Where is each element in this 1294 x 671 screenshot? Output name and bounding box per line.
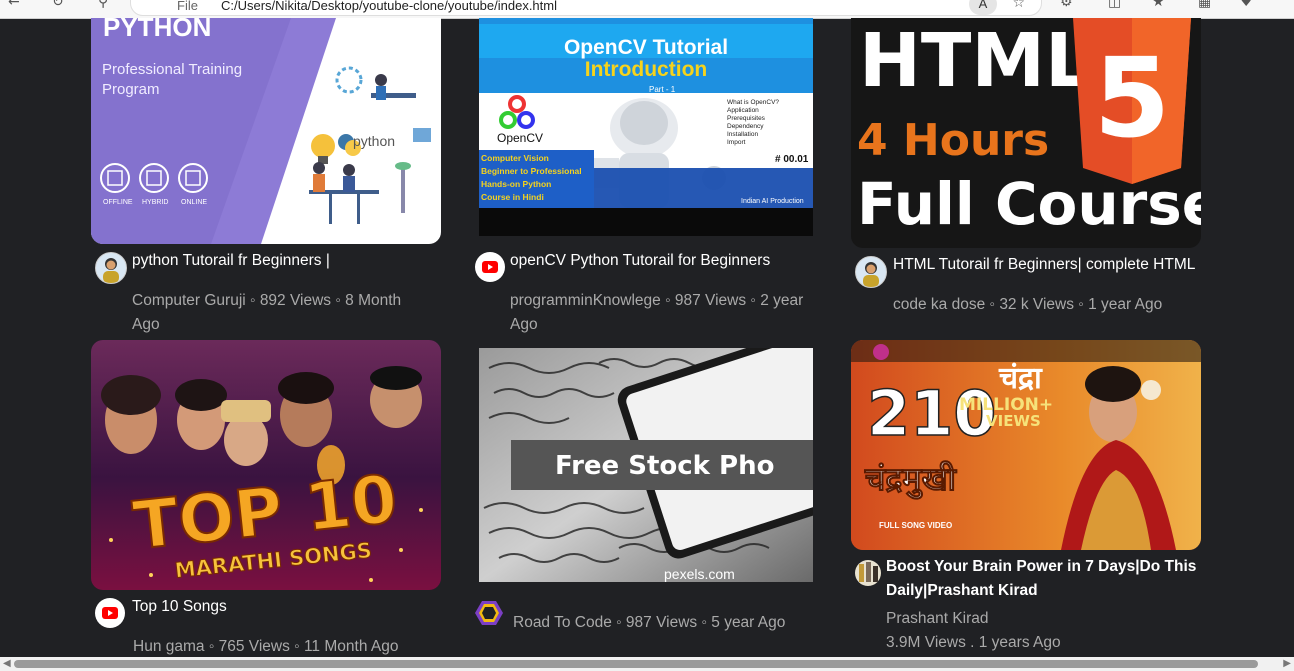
video-title[interactable]: python Tutorail fr Beginners | <box>132 249 330 273</box>
svg-text:OpenCV: OpenCV <box>497 131 543 145</box>
thumb-text: PYTHON <box>103 18 211 42</box>
svg-text:Part - 1: Part - 1 <box>649 85 676 94</box>
svg-text:Prerequisites: Prerequisites <box>727 115 766 122</box>
svg-text:Full Course: Full Course <box>857 170 1201 238</box>
file-label: File <box>177 0 198 13</box>
svg-text:चंद्रमुखी: चंद्रमुखी <box>864 460 958 500</box>
channel-avatar[interactable] <box>95 598 125 628</box>
svg-text:Import: Import <box>727 139 746 146</box>
video-thumbnail[interactable]: PYTHON Professional Training Program OFF… <box>91 18 441 244</box>
scroll-right-arrow-icon[interactable]: ▶ <box>1283 658 1291 669</box>
svg-text:Dependency: Dependency <box>727 123 764 130</box>
favorites-icon[interactable]: ★ <box>1152 0 1165 10</box>
svg-text:# 00.01: # 00.01 <box>775 154 809 165</box>
svg-text:ONLINE: ONLINE <box>181 199 207 206</box>
svg-text:Introduction: Introduction <box>585 58 707 81</box>
channel-avatar[interactable] <box>855 256 887 288</box>
svg-text:Application: Application <box>727 107 759 114</box>
video-title[interactable]: HTML Tutorail fr Beginners| complete HTM… <box>893 253 1195 277</box>
svg-text:Hands-on Python: Hands-on Python <box>481 179 551 189</box>
browser-essentials-icon[interactable]: ♥ <box>1240 0 1253 10</box>
svg-text:FULL SONG VIDEO: FULL SONG VIDEO <box>879 521 952 530</box>
svg-text:python: python <box>353 133 395 149</box>
search-icon[interactable]: ⚲ <box>98 0 108 10</box>
svg-text:4 Hours: 4 Hours <box>857 115 1049 166</box>
svg-text:Free Stock Pho: Free Stock Pho <box>555 451 774 481</box>
extensions-icon[interactable]: ⚙ <box>1060 0 1073 10</box>
svg-text:Course in Hindi: Course in Hindi <box>481 192 544 202</box>
video-title-line-1[interactable]: Boost Your Brain Power in 7 Days|Do This <box>886 555 1196 579</box>
video-meta: Road To Code ◦ 987 Views ◦ 5 year Ago <box>513 614 786 631</box>
video-meta: programminKnowlege ◦ 987 Views ◦ 2 year … <box>510 292 804 333</box>
channel-avatar[interactable] <box>855 560 881 586</box>
scrollbar-thumb[interactable] <box>14 660 1258 668</box>
channel-name[interactable]: Prashant Kirad <box>886 607 989 631</box>
video-thumbnail[interactable]: HTML 5 4 Hours Full Course <box>851 18 1201 248</box>
video-thumbnail[interactable]: Free Stock Pho pexels.com <box>479 348 813 582</box>
svg-text:What is OpenCV?: What is OpenCV? <box>727 99 779 106</box>
channel-avatar[interactable] <box>475 252 505 282</box>
svg-text:VIEWS: VIEWS <box>986 412 1041 430</box>
svg-text:HYBRID: HYBRID <box>142 199 168 206</box>
video-thumbnail[interactable]: 210 चंद्रा MILLION+ VIEWS चंद्रमुखी FULL… <box>851 340 1201 550</box>
video-meta: code ka dose ◦ 32 k Views ◦ 1 year Ago <box>893 296 1163 313</box>
video-title[interactable]: openCV Python Tutorail for Beginners <box>510 249 770 273</box>
channel-avatar[interactable] <box>95 252 127 284</box>
svg-text:HTML: HTML <box>859 18 1092 104</box>
svg-text:Program: Program <box>102 81 160 98</box>
video-thumbnail[interactable]: OpenCV Tutorial Introduction Part - 1 Op… <box>479 18 813 236</box>
browser-toolbar: ← ↻ ⚲ File C:/Users/Nikita/Desktop/youtu… <box>0 0 1294 19</box>
channel-avatar[interactable] <box>474 598 504 628</box>
video-title-line-2[interactable]: Daily|Prashant Kirad <box>886 579 1038 603</box>
svg-text:Beginner to Professional: Beginner to Professional <box>481 166 582 176</box>
svg-text:OFFLINE: OFFLINE <box>103 199 133 206</box>
split-screen-icon[interactable]: ◫ <box>1108 0 1121 10</box>
video-title[interactable]: Top 10 Songs <box>132 595 227 619</box>
svg-text:Indian AI Production: Indian AI Production <box>741 198 804 205</box>
video-thumbnail[interactable]: TOP 10 MARATHI SONGS <box>91 340 441 590</box>
svg-text:pexels.com: pexels.com <box>664 566 735 582</box>
favorite-star-icon[interactable]: ☆ <box>1012 0 1025 11</box>
horizontal-scrollbar[interactable]: ◀ ▶ <box>0 657 1294 671</box>
svg-text:Installation: Installation <box>727 131 758 138</box>
scroll-left-arrow-icon[interactable]: ◀ <box>3 658 11 669</box>
svg-text:Computer Vision: Computer Vision <box>481 153 549 163</box>
collections-icon[interactable]: ▦ <box>1198 0 1211 10</box>
address-bar[interactable]: File C:/Users/Nikita/Desktop/youtube-clo… <box>130 0 1042 16</box>
url-text[interactable]: C:/Users/Nikita/Desktop/youtube-clone/yo… <box>221 0 557 13</box>
svg-text:5: 5 <box>1094 34 1171 162</box>
svg-text:चंद्रा: चंद्रा <box>998 361 1043 396</box>
svg-text:Professional Training: Professional Training <box>102 61 242 78</box>
refresh-icon[interactable]: ↻ <box>52 0 64 10</box>
video-stats: 3.9M Views . 1 years Ago <box>886 634 1061 651</box>
video-meta: Hun gama ◦ 765 Views ◦ 11 Month Ago <box>133 638 399 655</box>
video-meta: Computer Guruji ◦ 892 Views ◦ 8 Month Ag… <box>132 292 402 333</box>
back-icon[interactable]: ← <box>8 0 20 10</box>
read-aloud-button[interactable]: A <box>969 0 997 15</box>
svg-text:OpenCV Tutorial: OpenCV Tutorial <box>564 36 728 59</box>
